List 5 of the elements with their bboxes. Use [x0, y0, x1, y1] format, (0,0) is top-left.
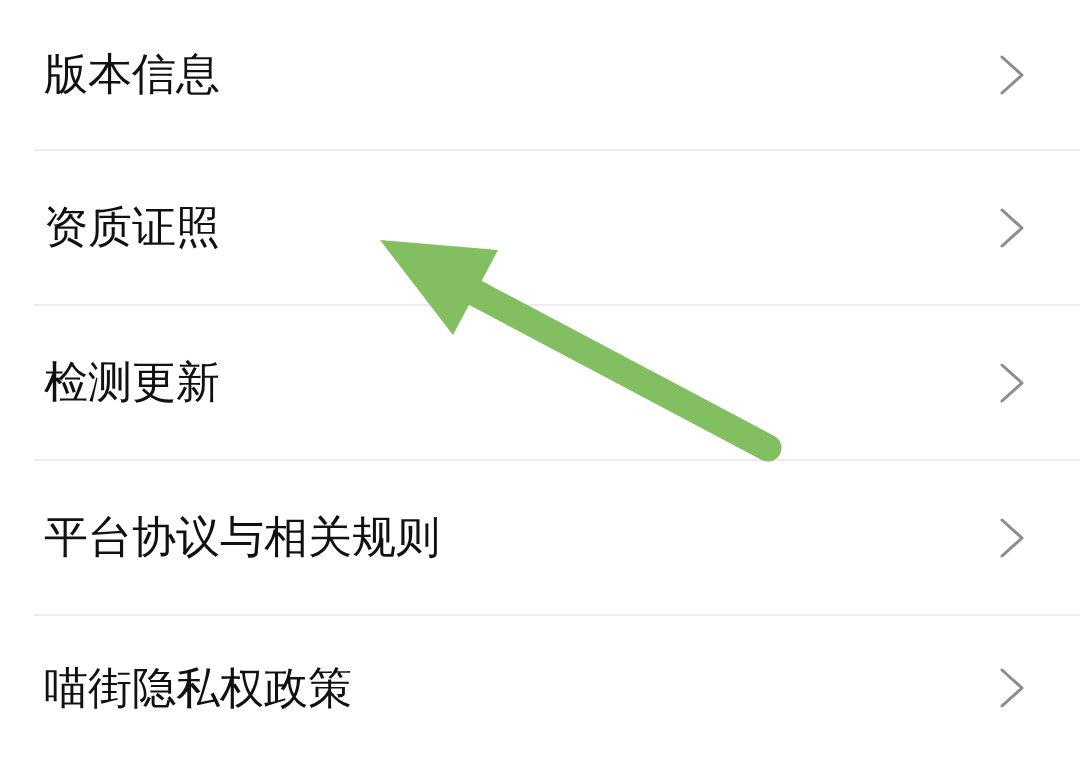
chevron-right-icon [1000, 668, 1024, 708]
chevron-right-icon [1000, 362, 1024, 403]
chevron-right-icon [1000, 54, 1024, 95]
chevron-right-icon [1000, 207, 1024, 248]
chevron-right-icon [1000, 517, 1024, 558]
